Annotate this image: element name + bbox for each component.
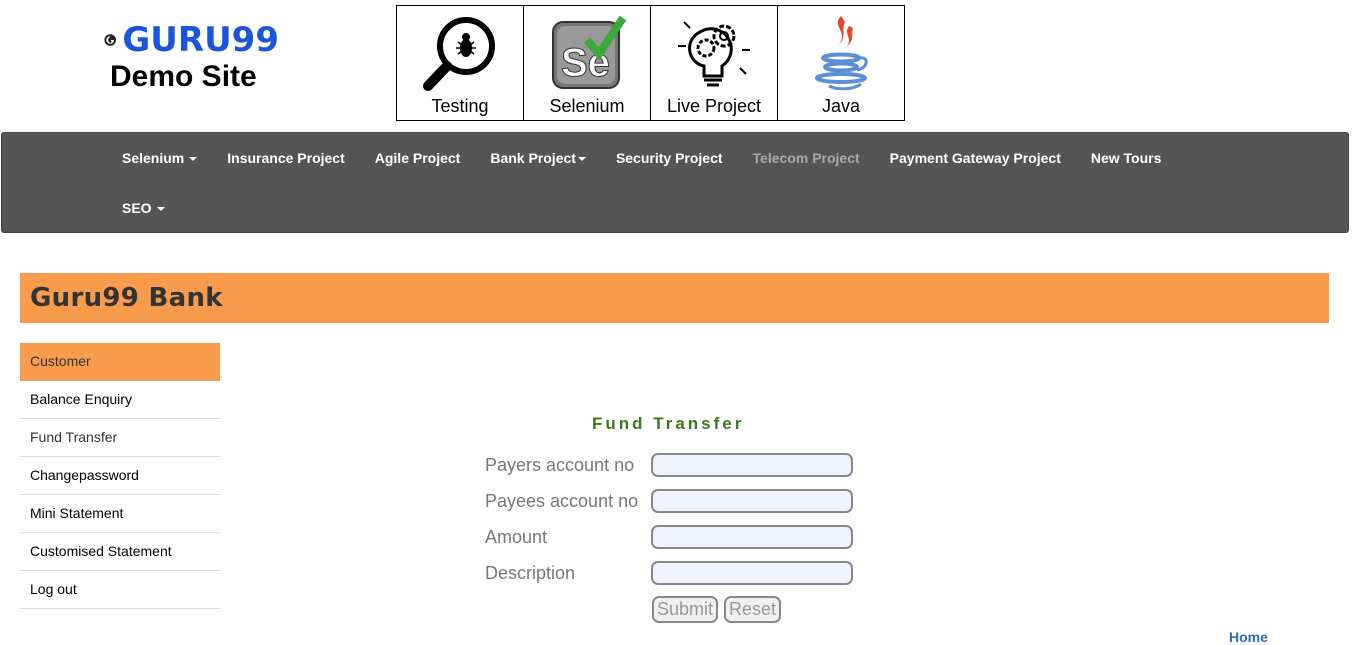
nav-bank-project[interactable]: Bank Project <box>490 150 586 166</box>
submit-button[interactable]: Submit <box>652 596 719 623</box>
main-navbar: Selenium Insurance Project Agile Project… <box>1 132 1349 233</box>
tile-label: Selenium <box>549 96 625 116</box>
nav-label: SEO <box>122 200 152 216</box>
payers-account-input[interactable] <box>651 453 853 477</box>
description-label: Description <box>485 562 576 583</box>
tile-live-project[interactable]: Live Project <box>651 6 778 120</box>
site-logo[interactable]: GURU99 Demo Site <box>104 22 279 94</box>
caret-down-icon <box>577 157 586 162</box>
payees-account-input[interactable] <box>651 489 853 513</box>
guru99-logo-icon <box>104 34 116 46</box>
tile-label: Live Project <box>666 96 762 116</box>
nav-seo[interactable]: SEO <box>122 200 165 216</box>
payees-account-label: Payees account no <box>485 490 639 511</box>
sidebar-menu: Customer Balance Enquiry Fund Transfer C… <box>20 343 220 609</box>
tile-label: Java <box>821 96 861 116</box>
lightbulb-gears-icon <box>678 21 750 87</box>
reset-button[interactable]: Reset <box>724 596 782 623</box>
nav-telecom-project[interactable]: Telecom Project <box>753 150 860 166</box>
menu-item-changepassword[interactable]: Changepassword <box>20 457 220 495</box>
caret-down-icon <box>156 207 165 212</box>
form-buttons: Submit Reset <box>652 596 782 623</box>
description-input[interactable] <box>651 561 853 585</box>
bank-banner: Guru99 Bank <box>20 273 1329 323</box>
tile-testing[interactable]: Testing <box>397 6 524 120</box>
nav-label: Selenium <box>122 150 185 166</box>
course-tiles: Testing Se Selenium Live Project Java <box>396 5 905 121</box>
amount-input[interactable] <box>651 525 853 549</box>
nav-payment-gateway-project[interactable]: Payment Gateway Project <box>890 150 1061 166</box>
logo-brand-text: GURU99 <box>122 20 279 60</box>
java-cup-icon <box>815 16 868 91</box>
amount-label: Amount <box>485 526 548 547</box>
form-title: Fund Transfer <box>592 414 745 433</box>
nav-label: Bank Project <box>490 150 576 166</box>
menu-item-log-out[interactable]: Log out <box>20 571 220 609</box>
tile-label: Testing <box>431 96 489 116</box>
logo-subtitle: Demo Site <box>110 60 257 93</box>
payees-account-row: Payees account no <box>485 487 853 515</box>
nav-security-project[interactable]: Security Project <box>616 150 723 166</box>
caret-down-icon <box>189 157 198 162</box>
nav-new-tours[interactable]: New Tours <box>1091 150 1162 166</box>
menu-item-customised-statement[interactable]: Customised Statement <box>20 533 220 571</box>
nav-agile-project[interactable]: Agile Project <box>375 150 461 166</box>
magnifier-bug-icon <box>423 17 495 91</box>
tile-selenium[interactable]: Se Selenium <box>524 6 651 120</box>
nav-insurance-project[interactable]: Insurance Project <box>227 150 345 166</box>
payers-account-row: Payers account no <box>485 451 853 479</box>
selenium-icon: Se <box>552 15 627 89</box>
tile-java[interactable]: Java <box>778 6 904 120</box>
menu-item-mini-statement[interactable]: Mini Statement <box>20 495 220 533</box>
menu-item-customer[interactable]: Customer <box>20 343 220 381</box>
bank-title: Guru99 Bank <box>30 283 223 313</box>
amount-row: Amount <box>485 523 853 551</box>
nav-selenium[interactable]: Selenium <box>122 150 198 166</box>
description-row: Description <box>485 559 853 587</box>
menu-item-fund-transfer[interactable]: Fund Transfer <box>20 419 220 457</box>
payers-account-label: Payers account no <box>485 454 635 475</box>
menu-item-balance-enquiry[interactable]: Balance Enquiry <box>20 381 220 419</box>
